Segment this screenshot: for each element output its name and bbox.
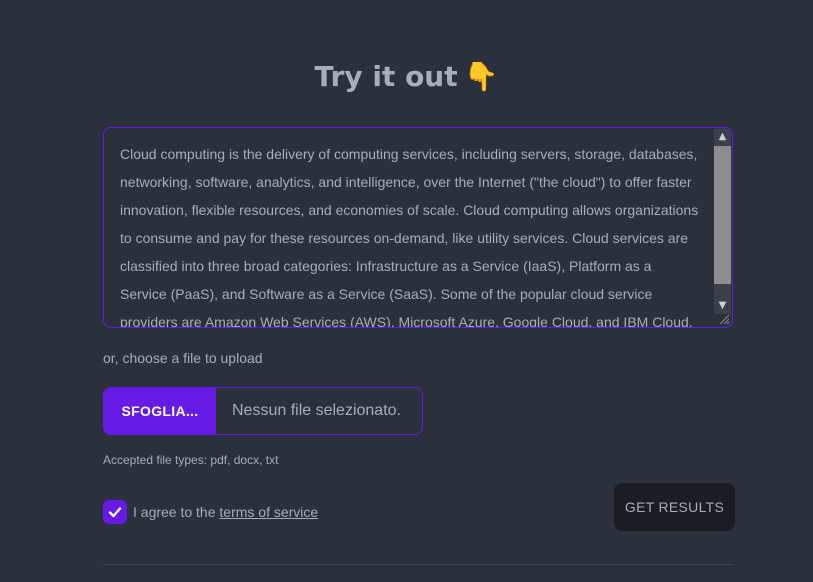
agree-label: I agree to the terms of service bbox=[133, 504, 318, 520]
checkmark-icon bbox=[108, 507, 122, 518]
terms-link[interactable]: terms of service bbox=[219, 504, 318, 520]
scroll-down-icon[interactable]: ▼ bbox=[714, 298, 731, 314]
scrollbar-thumb[interactable] bbox=[714, 146, 731, 284]
scrollbar[interactable]: ▲ ▼ bbox=[714, 129, 731, 314]
terms-checkbox[interactable] bbox=[103, 500, 127, 524]
upload-hint: or, choose a file to upload bbox=[103, 350, 263, 366]
resize-handle-icon[interactable] bbox=[718, 313, 730, 325]
get-results-button[interactable]: GET RESULTS bbox=[614, 483, 735, 531]
file-upload-input[interactable]: SFOGLIA... Nessun file selezionato. bbox=[103, 387, 423, 435]
page: Try it out 👇 Cloud computing is the deliv… bbox=[0, 0, 813, 582]
pointing-down-icon: 👇 bbox=[463, 60, 499, 93]
page-title: Try it out 👇 bbox=[0, 56, 813, 98]
accepted-file-types: Accepted file types: pdf, docx, txt bbox=[103, 453, 279, 467]
browse-button[interactable]: SFOGLIA... bbox=[104, 388, 216, 434]
terms-agreement: I agree to the terms of service bbox=[103, 500, 318, 524]
agree-prefix: I agree to the bbox=[133, 504, 220, 520]
text-input-area[interactable]: Cloud computing is the delivery of compu… bbox=[103, 127, 733, 328]
scroll-up-icon[interactable]: ▲ bbox=[714, 129, 731, 145]
text-input-content[interactable]: Cloud computing is the delivery of compu… bbox=[120, 140, 700, 327]
divider bbox=[103, 564, 733, 565]
file-status: Nessun file selezionato. bbox=[232, 402, 401, 419]
title-text: Try it out bbox=[314, 60, 458, 93]
